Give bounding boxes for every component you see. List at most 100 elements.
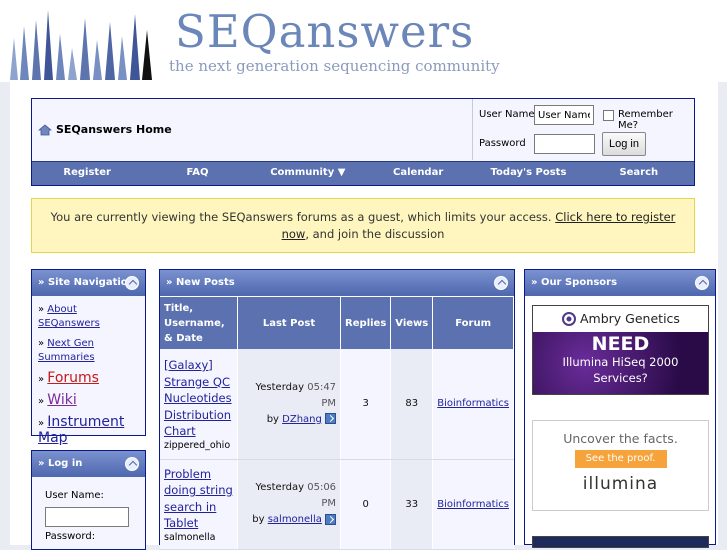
illumina-ad[interactable]: Uncover the facts. See the proof. illumi… [532, 420, 709, 511]
main-navbar: Register FAQ Community ▼ Calendar Today'… [32, 161, 694, 185]
last-post-cell: Yesterday 05:06 PM by salmonella [237, 459, 342, 550]
table-header-row: Title, Username, & Date Last Post Replie… [160, 297, 514, 349]
site-nav-item: » Instrument Map [38, 414, 125, 446]
site-nav-next-gen-summaries[interactable]: Next Gen Summaries [38, 338, 95, 363]
nav-faq[interactable]: FAQ [142, 162, 252, 185]
collapse-icon[interactable] [125, 457, 139, 471]
last-post-user-link[interactable]: salmonella [268, 514, 322, 525]
guest-notice: You are currently viewing the SEQanswers… [31, 198, 695, 253]
forum-link[interactable]: Bioinformatics [437, 499, 509, 510]
illumina-headline: Uncover the facts. [563, 431, 678, 446]
thread-starter: salmonella [164, 531, 216, 543]
header-login-form: User Name Remember Me? Password Log in [472, 99, 694, 160]
site-navigation-title: » Site Navigation [38, 277, 135, 288]
last-post-by: by [252, 514, 265, 525]
new-posts-panel: » New Posts Title, Username, & Date Last… [159, 269, 515, 550]
column-header-views[interactable]: Views [390, 297, 434, 349]
column-header-title[interactable]: Title, Username, & Date [160, 297, 238, 349]
ambry-brand: Ambry Genetics [580, 311, 680, 326]
ambry-line1: NEED [591, 333, 650, 355]
nav-register[interactable]: Register [32, 162, 142, 185]
forum-link[interactable]: Bioinformatics [437, 398, 509, 409]
replies-cell: 0 [340, 459, 392, 550]
site-title[interactable]: SEQanswers [175, 4, 474, 60]
goto-last-post-icon[interactable] [325, 413, 337, 425]
sponsors-header: » Our Sponsors [525, 270, 715, 296]
top-navigation-box: SEQanswers Home User Name Remember Me? P… [31, 98, 695, 186]
site-nav-item: » Next Gen Summaries [38, 338, 95, 363]
nav-calendar[interactable]: Calendar [363, 162, 473, 185]
logo-graphic [8, 8, 153, 80]
remember-me-label: Remember Me? [618, 109, 673, 131]
illumina-brand: illumina [582, 474, 659, 494]
home-label: SEQanswers Home [56, 123, 172, 136]
nav-community[interactable]: Community ▼ [253, 162, 363, 185]
last-post-user-link[interactable]: DZhang [282, 414, 322, 425]
ambry-logo-icon [562, 312, 576, 326]
login-panel-password-label: Password: [45, 531, 96, 542]
table-row: [Galaxy] Strange QC Nucleotides Distribu… [160, 349, 514, 460]
new-posts-table: Title, Username, & Date Last Post Replie… [160, 297, 514, 550]
login-panel: » Log in User Name: Password: [31, 450, 146, 550]
site-nav-forums[interactable]: Forums [47, 370, 99, 386]
views-cell: 83 [390, 349, 434, 460]
collapse-icon[interactable] [494, 276, 508, 290]
notice-text-after: , and join the discussion [305, 227, 445, 241]
last-post-by: by [266, 413, 279, 425]
login-button[interactable]: Log in [602, 132, 646, 156]
last-post-day: Yesterday [255, 381, 305, 393]
last-post-day: Yesterday [255, 482, 305, 493]
site-navigation-header: » Site Navigation [32, 270, 145, 296]
goto-last-post-icon[interactable] [325, 513, 337, 525]
column-header-forum[interactable]: Forum [432, 297, 514, 349]
forum-cell: Bioinformatics [432, 349, 514, 460]
last-post-time: 05:06 PM [307, 482, 337, 509]
site-nav-instrument-map[interactable]: Instrument Map [38, 414, 124, 446]
sponsors-title: » Our Sponsors [531, 277, 618, 288]
ambry-logo-bar: Ambry Genetics [533, 306, 708, 332]
site-nav-item: » Forums [38, 370, 99, 386]
forum-cell: Bioinformatics [432, 459, 514, 550]
password-input[interactable] [534, 134, 595, 154]
site-nav-wiki[interactable]: Wiki [47, 392, 76, 408]
sponsors-panel: » Our Sponsors Ambry Genetics NEED Illum… [524, 269, 716, 548]
views-cell: 33 [390, 459, 434, 550]
login-panel-username-input[interactable] [45, 507, 129, 527]
login-panel-username-label: User Name: [45, 490, 104, 501]
ambry-genetics-ad[interactable]: Ambry Genetics NEED Illumina HiSeq 2000 … [532, 305, 709, 395]
table-row: Problem doing string search in Tablet sa… [160, 459, 514, 550]
last-post-cell: Yesterday 05:47 PM by DZhang [237, 349, 342, 460]
thread-cell: [Galaxy] Strange QC Nucleotides Distribu… [160, 349, 238, 460]
thread-cell: Problem doing string search in Tablet sa… [160, 459, 238, 550]
remember-me-checkbox[interactable] [603, 110, 614, 121]
ambry-ad-body: NEED Illumina HiSeq 2000 Services? [533, 332, 708, 394]
third-sponsor-ad[interactable] [532, 536, 709, 548]
thread-title-link[interactable]: Problem doing string search in Tablet [164, 467, 233, 531]
nav-todays-posts[interactable]: Today's Posts [473, 162, 583, 185]
site-nav-item: » About SEQanswers [38, 304, 100, 329]
site-nav-item: » Wiki [38, 392, 77, 408]
site-header: SEQanswers the next generation sequencin… [0, 0, 727, 82]
site-navigation-list: » About SEQanswers » Next Gen Summaries … [32, 296, 145, 460]
site-navigation-panel: » Site Navigation » About SEQanswers » N… [31, 269, 146, 445]
collapse-icon[interactable] [125, 276, 139, 290]
password-label: Password [479, 138, 526, 149]
column-header-replies[interactable]: Replies [340, 297, 392, 349]
new-posts-title: » New Posts [166, 277, 235, 288]
illumina-cta-button[interactable]: See the proof. [574, 450, 667, 468]
ambry-line2: Illumina HiSeq 2000 [562, 355, 679, 369]
home-icon [38, 123, 52, 135]
collapse-icon[interactable] [695, 276, 709, 290]
site-nav-about-seqanswers[interactable]: About SEQanswers [38, 304, 100, 329]
column-header-last-post[interactable]: Last Post [237, 297, 342, 349]
ambry-line3: Services? [593, 371, 648, 385]
notice-text: You are currently viewing the SEQanswers… [50, 210, 552, 224]
thread-starter: zippered_ohio [164, 439, 231, 451]
site-tagline: the next generation sequencing community [169, 57, 500, 75]
login-panel-header: » Log in [32, 451, 145, 477]
nav-search[interactable]: Search [584, 162, 694, 185]
thread-title-link[interactable]: [Galaxy] Strange QC Nucleotides Distribu… [164, 358, 232, 438]
breadcrumb-home[interactable]: SEQanswers Home [38, 123, 172, 136]
login-panel-title: » Log in [38, 458, 83, 469]
username-input[interactable] [534, 105, 594, 125]
